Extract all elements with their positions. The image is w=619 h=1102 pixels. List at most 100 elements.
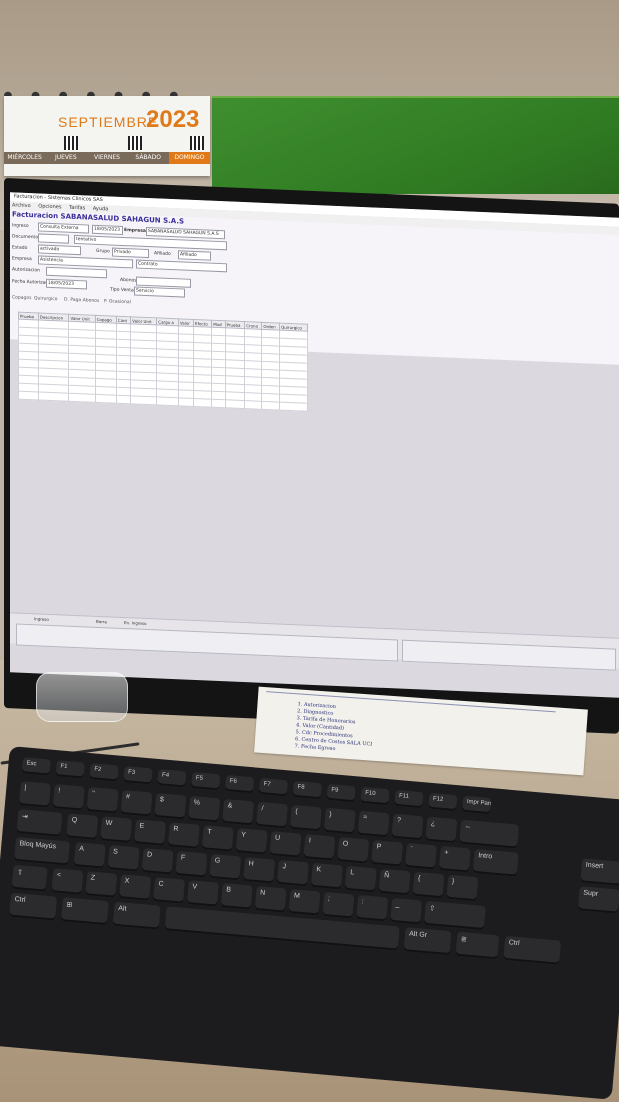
key[interactable]: N [254, 886, 287, 913]
grid-cell[interactable] [178, 397, 194, 407]
key[interactable]: E [134, 819, 166, 846]
key[interactable]: + [438, 845, 471, 873]
key[interactable]: M [288, 889, 321, 916]
key[interactable]: ≣ [455, 931, 500, 960]
key[interactable]: & [222, 798, 255, 826]
contrato-field[interactable]: Contrato [136, 259, 227, 273]
key[interactable]: R [167, 822, 200, 849]
grid-cell[interactable] [279, 402, 308, 412]
key[interactable]: _ [390, 897, 423, 925]
ocasional-checkbox[interactable]: P. Ocasional [104, 299, 131, 305]
key[interactable]: F10 [360, 786, 390, 806]
key[interactable]: ´ [404, 842, 437, 870]
key[interactable]: K [310, 862, 343, 890]
key[interactable]: ¿ [425, 816, 458, 844]
estado-field[interactable]: activado [38, 244, 81, 256]
key[interactable]: F11 [394, 789, 424, 809]
quirurgico-checkbox[interactable]: Quirurgico [34, 296, 57, 302]
key[interactable]: " [86, 787, 119, 814]
key[interactable]: ) [323, 807, 356, 835]
key[interactable]: ? [391, 813, 424, 841]
key[interactable]: ⊞ [60, 897, 109, 926]
key[interactable]: = [357, 810, 390, 838]
key[interactable]: T [201, 825, 234, 852]
services-grid[interactable]: Prueba Descripcion Valor Unit Copago Cant Val… [18, 311, 308, 412]
grid-cell[interactable] [95, 394, 117, 404]
key[interactable]: F7 [258, 777, 289, 797]
grid-cell[interactable] [225, 399, 245, 409]
key[interactable]: F4 [157, 769, 187, 788]
key[interactable]: O [337, 837, 370, 864]
grid-cell[interactable] [18, 391, 39, 400]
key[interactable]: Ctrl [503, 935, 562, 965]
grid-cell[interactable] [130, 395, 157, 405]
key[interactable]: G [209, 853, 242, 881]
grid-cell[interactable] [193, 398, 212, 408]
key[interactable]: ( [289, 804, 322, 832]
copagos-checkbox[interactable]: Copagos [12, 295, 31, 301]
key[interactable]: Alt [112, 901, 161, 930]
autorizacion-field[interactable] [46, 266, 107, 279]
key[interactable]: Ctrl [9, 892, 58, 921]
key[interactable]: Insert [580, 858, 619, 886]
key[interactable]: ← [459, 819, 520, 849]
key[interactable]: Z [85, 871, 118, 898]
key[interactable]: : [356, 894, 389, 922]
key[interactable]: Q [66, 813, 99, 840]
ingreso-select[interactable]: Consulta Externa [38, 222, 89, 234]
key[interactable]: P [371, 840, 404, 867]
key[interactable]: $ [154, 792, 187, 820]
key[interactable]: F5 [191, 771, 221, 791]
menu-item-opciones[interactable]: Opciones [38, 203, 61, 210]
menu-item-archivo[interactable]: Archivo [12, 202, 31, 209]
key[interactable]: / [255, 801, 288, 829]
key[interactable]: C [153, 877, 186, 904]
key[interactable]: U [269, 831, 302, 858]
key[interactable]: Ñ [378, 868, 411, 896]
key[interactable]: Y [235, 828, 268, 855]
key[interactable]: I [303, 834, 336, 861]
pago-abonos-checkbox[interactable]: D. Pago Abonos [64, 298, 99, 304]
empresa-select[interactable]: SABANASALUD SAHAGUN S.A.S [146, 226, 225, 240]
key[interactable]: | [18, 781, 51, 808]
key[interactable]: X [119, 874, 152, 901]
key[interactable]: F9 [326, 783, 356, 803]
key[interactable]: W [100, 816, 133, 843]
grid-cell[interactable] [211, 399, 225, 408]
documento-type-field[interactable] [38, 233, 69, 244]
key[interactable]: D [141, 848, 174, 875]
key[interactable]: Bloq Mayús [14, 836, 70, 866]
menu-item-tarifas[interactable]: Tarifas [69, 205, 85, 212]
key[interactable]: ⇧ [11, 864, 48, 892]
key[interactable]: ; [322, 891, 355, 919]
key[interactable]: F12 [428, 792, 458, 812]
key[interactable]: F1 [55, 760, 85, 779]
grid-cell[interactable] [156, 396, 179, 406]
key[interactable]: ⇥ [16, 808, 63, 837]
key[interactable]: J [277, 859, 309, 887]
key[interactable]: V [186, 880, 219, 907]
key[interactable]: Intro [472, 848, 519, 877]
grid-cell[interactable] [38, 391, 69, 402]
key[interactable]: H [243, 856, 276, 884]
fecha-autorizacion-field[interactable]: 18/05/2023 [46, 278, 87, 290]
key[interactable]: ⇧ [423, 900, 486, 930]
grupo-field[interactable]: Privado [112, 247, 149, 259]
fecha-field[interactable]: 18/05/2023 [92, 224, 123, 235]
key[interactable]: S [107, 845, 140, 872]
key[interactable]: F3 [123, 766, 153, 785]
grid-cell[interactable] [261, 401, 280, 411]
tipo-venta-select[interactable]: Servicio [134, 286, 185, 298]
key[interactable]: B [220, 883, 253, 910]
menu-item-ayuda[interactable]: Ayuda [93, 206, 108, 213]
key[interactable]: { [412, 871, 445, 899]
key[interactable]: F8 [292, 780, 322, 800]
grid-cell[interactable] [244, 400, 262, 410]
key[interactable]: Alt Gr [403, 927, 452, 956]
key[interactable]: Impr Pant [461, 795, 492, 815]
key[interactable]: < [51, 868, 84, 895]
afiliado-field[interactable]: Afiliado [178, 250, 211, 261]
key[interactable]: F [175, 850, 208, 878]
key[interactable]: A [73, 842, 106, 869]
key[interactable]: # [120, 789, 153, 817]
